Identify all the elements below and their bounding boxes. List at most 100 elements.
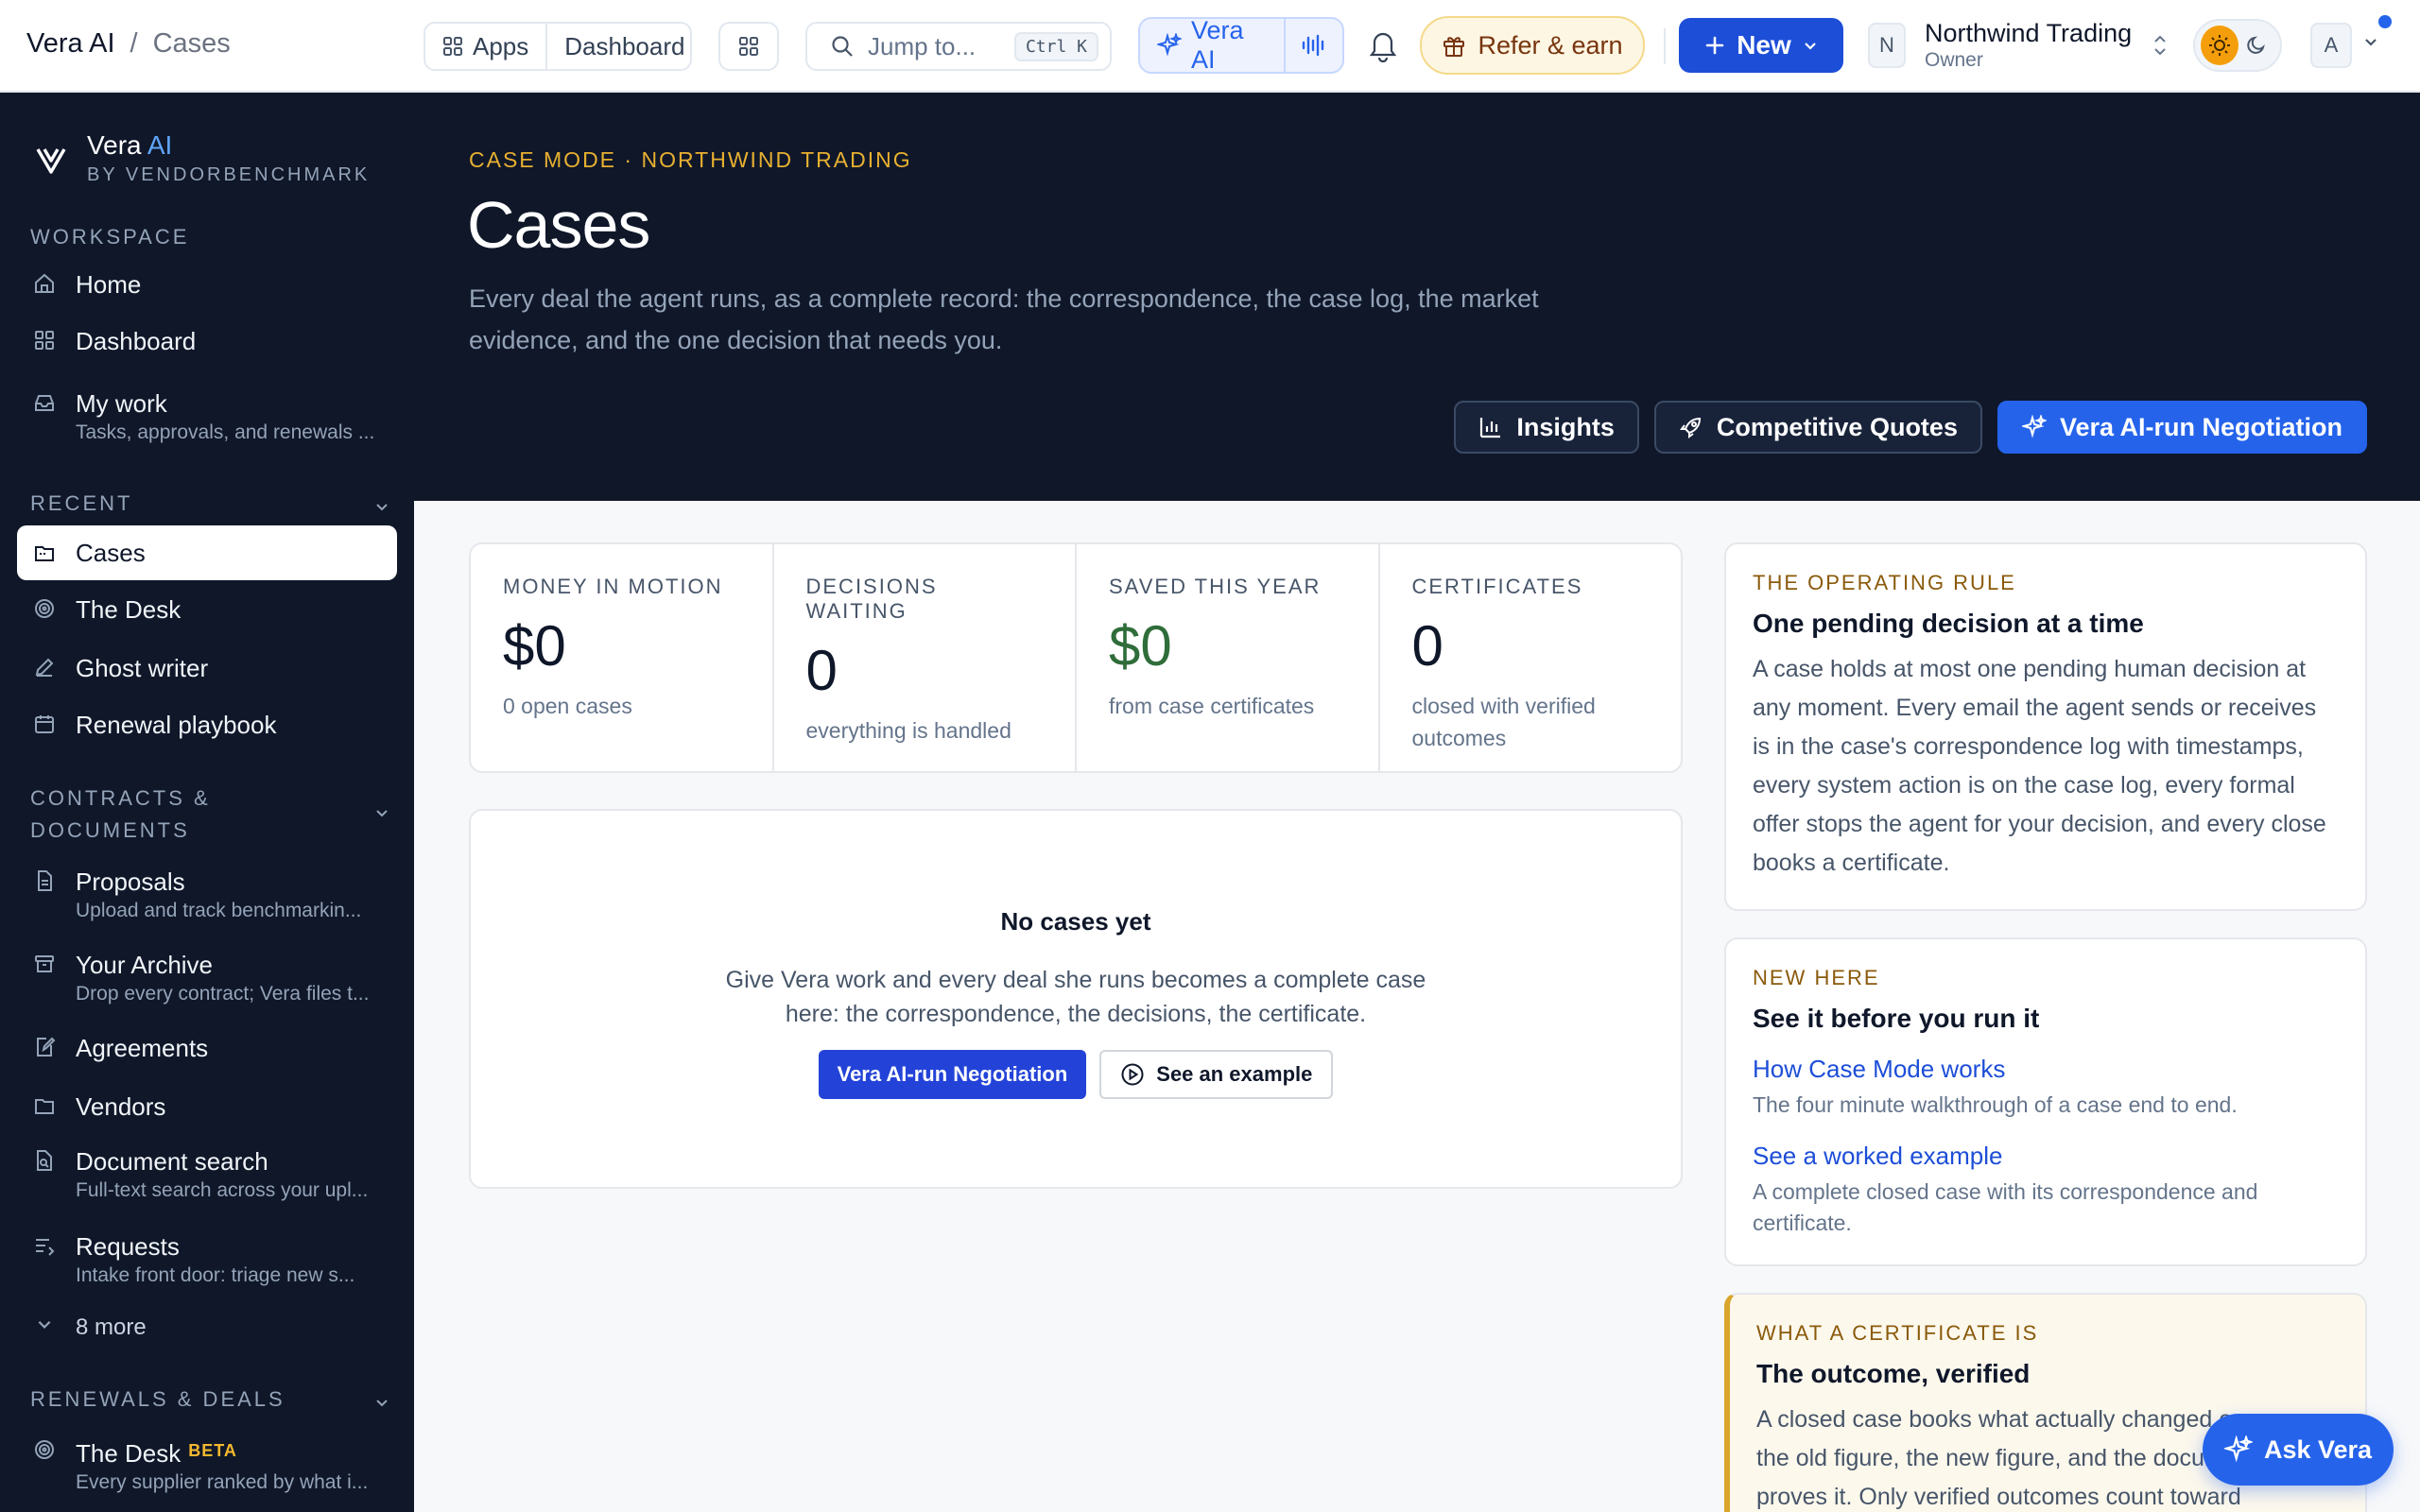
inbox-icon <box>30 391 59 414</box>
new-here-card: NEW HERE See it before you run it How Ca… <box>1724 937 2367 1266</box>
breadcrumb-root[interactable]: Vera AI <box>26 28 115 60</box>
sidebar-more-label: 8 more <box>76 1314 147 1340</box>
pen-icon <box>30 656 59 679</box>
voice-button[interactable] <box>1284 19 1342 72</box>
sidebar-item-label: The Desk <box>76 1439 182 1468</box>
worked-example-link[interactable]: See a worked example <box>1753 1142 2339 1171</box>
empty-text: Give Vera work and every deal she runs b… <box>725 967 1426 1027</box>
calendar-icon <box>30 713 59 735</box>
sidebar-item-label: Requests <box>76 1232 180 1261</box>
ask-vera-button[interactable]: Ask Vera <box>2203 1414 2394 1486</box>
org-switch-icon[interactable] <box>2152 32 2169 59</box>
list-icon <box>30 1234 59 1257</box>
stat-value: $0 <box>1109 614 1172 678</box>
moon-icon[interactable] <box>2238 34 2274 57</box>
chevron-down-icon <box>374 805 389 820</box>
dashboard-button[interactable]: Dashboard <box>545 24 701 69</box>
beta-badge: BETA <box>188 1441 237 1460</box>
stat-label: SAVED THIS YEAR <box>1109 575 1322 598</box>
stat-desc: everything is handled <box>805 718 1011 743</box>
top-bar: Vera AI / Cases Apps Dashboard Jump to..… <box>0 0 2420 93</box>
play-circle-icon <box>1120 1062 1145 1087</box>
sidebar-item-document-search[interactable]: Document search Full-text search across y… <box>17 1145 397 1204</box>
see-example-button[interactable]: See an example <box>1099 1050 1334 1099</box>
empty-state: No cases yet Give Vera work and every de… <box>469 809 1683 1189</box>
plus-icon <box>1704 35 1725 56</box>
hero-actions: Insights Competitive Quotes Vera AI-run … <box>1454 401 2367 454</box>
card-eyebrow: WHAT A CERTIFICATE IS <box>1756 1321 2039 1345</box>
competitive-quotes-button[interactable]: Competitive Quotes <box>1653 401 1982 454</box>
sidebar-item-my-work[interactable]: My work Tasks, approvals, and renewals ..… <box>17 387 397 446</box>
sidebar-item-label: Dashboard <box>76 327 197 355</box>
vera-ai-button[interactable]: Vera AI <box>1140 16 1284 74</box>
theme-toggle[interactable] <box>2193 19 2282 72</box>
ai-negotiation-button[interactable]: Vera AI-run Negotiation <box>1996 401 2367 454</box>
refer-earn-button[interactable]: Refer & earn <box>1420 16 1645 75</box>
user-menu-chevron-icon[interactable] <box>2363 34 2378 49</box>
how-case-mode-works-link[interactable]: How Case Mode works <box>1753 1055 2339 1084</box>
search-shortcut: Ctrl K <box>1013 31 1098 61</box>
sidebar-item-dashboard[interactable]: Dashboard <box>17 325 397 357</box>
brand[interactable]: Vera AI BY VENDORBENCHMARK <box>34 130 370 186</box>
sun-icon[interactable] <box>2201 26 2238 65</box>
sidebar-item-label: Cases <box>76 539 146 567</box>
card-text: A case holds at most one pending human d… <box>1753 656 2326 876</box>
hero-eyebrow: CASE MODE · NORTHWIND TRADING <box>469 147 912 172</box>
home-icon <box>30 272 59 295</box>
topbar-divider <box>1664 28 1666 64</box>
rocket-icon <box>1679 415 1703 439</box>
notifications-button[interactable] <box>1367 28 1399 62</box>
sidebar-item-proposals[interactable]: Proposals Upload and track benchmarkin... <box>17 866 397 924</box>
competitive-quotes-label: Competitive Quotes <box>1716 412 1958 441</box>
sidebar: Vera AI BY VENDORBENCHMARK WORKSPACE Hom… <box>0 93 414 1512</box>
document-icon <box>30 869 59 892</box>
archive-icon <box>30 953 59 975</box>
sidebar-more-button[interactable]: 8 more <box>17 1312 397 1344</box>
section-contracts-documents[interactable]: CONTRACTS & DOCUMENTS <box>30 782 389 847</box>
new-button[interactable]: New <box>1679 18 1843 73</box>
sidebar-item-your-archive[interactable]: Your Archive Drop every contract; Vera fi… <box>17 949 397 1007</box>
empty-negotiation-button[interactable]: Vera AI-run Negotiation <box>818 1050 1087 1099</box>
sidebar-item-renewal-playbook[interactable]: Renewal playbook <box>17 709 397 741</box>
sidebar-item-sub: Drop every contract; Vera files t... <box>76 983 370 1005</box>
jump-search[interactable]: Jump to... Ctrl K <box>805 22 1112 71</box>
insights-button[interactable]: Insights <box>1454 401 1639 454</box>
ask-vera-label: Ask Vera <box>2263 1435 2373 1464</box>
sidebar-item-label: Document search <box>76 1147 268 1176</box>
stats-panel: MONEY IN MOTION $0 0 open cases DECISION… <box>469 542 1683 773</box>
section-recent[interactable]: RECENT <box>30 491 389 516</box>
sidebar-item-cases[interactable]: Cases <box>17 525 397 580</box>
stat-label: DECISIONS WAITING <box>805 575 938 623</box>
layout-grid-button[interactable] <box>718 22 779 71</box>
sidebar-item-sub: Intake front door: triage new s... <box>76 1264 355 1286</box>
empty-title: No cases yet <box>1000 907 1151 936</box>
org-avatar[interactable]: N <box>1868 23 1906 68</box>
section-renewals-deals[interactable]: RENEWALS & DEALS <box>30 1387 389 1412</box>
sidebar-item-ghost-writer[interactable]: Ghost writer <box>17 652 397 684</box>
stat-decisions-waiting: DECISIONS WAITING 0 everything is handle… <box>774 544 1077 771</box>
apps-button[interactable]: Apps <box>425 24 545 69</box>
sidebar-item-the-desk-beta[interactable]: The Desk BETA Every supplier ranked by wh… <box>17 1435 397 1496</box>
empty-actions: Vera AI-run Negotiation See an example <box>471 1050 1681 1099</box>
user-avatar[interactable]: A <box>2310 23 2352 68</box>
apps-label: Apps <box>473 31 529 60</box>
sidebar-item-agreements[interactable]: Agreements <box>17 1032 397 1064</box>
sidebar-item-the-desk[interactable]: The Desk <box>17 593 397 626</box>
org-name[interactable]: Northwind Trading <box>1925 19 2132 48</box>
sidebar-item-requests[interactable]: Requests Intake front door: triage new s.… <box>17 1230 397 1289</box>
gift-icon <box>1442 33 1466 58</box>
sidebar-item-home[interactable]: Home <box>17 268 397 301</box>
brand-name: Vera AI <box>87 130 173 160</box>
sidebar-item-sub: Every supplier ranked by what i... <box>76 1471 369 1493</box>
org-role: Owner <box>1925 49 1983 71</box>
bar-chart-icon <box>1478 415 1503 439</box>
operating-rule-card: THE OPERATING RULE One pending decision … <box>1724 542 2367 911</box>
stat-money-in-motion: MONEY IN MOTION $0 0 open cases <box>471 544 774 771</box>
stat-value: 0 <box>1411 614 1443 678</box>
sidebar-item-vendors[interactable]: Vendors <box>17 1091 397 1123</box>
audio-wave-icon <box>1301 33 1327 58</box>
dashboard-icon <box>30 329 59 352</box>
sidebar-item-sub: Tasks, approvals, and renewals ... <box>76 421 375 443</box>
page-description: Every deal the agent runs, as a complete… <box>469 284 1539 354</box>
brand-subtitle: BY VENDORBENCHMARK <box>87 164 371 185</box>
